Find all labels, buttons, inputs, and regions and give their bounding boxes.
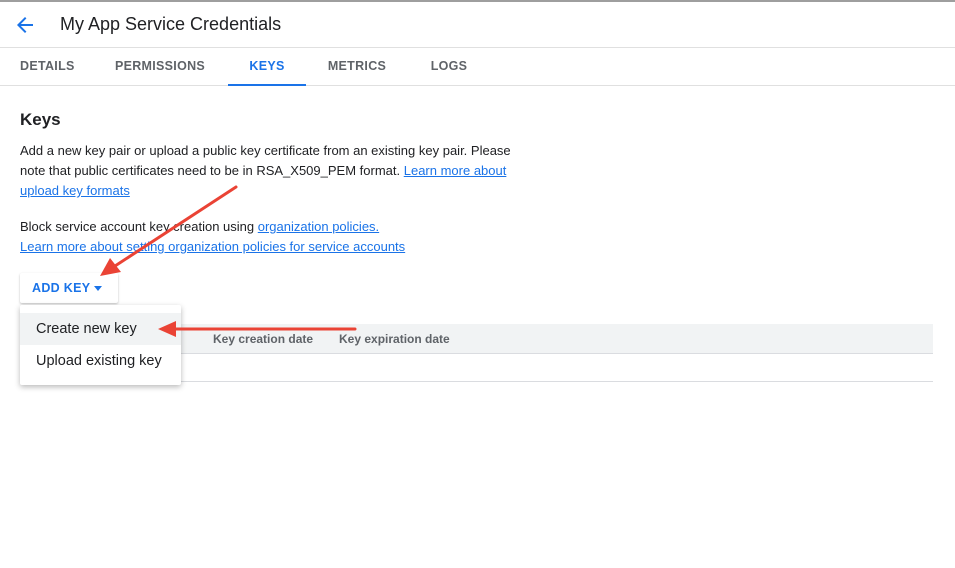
menu-item-create-new-key[interactable]: Create new key xyxy=(20,313,181,345)
add-key-button[interactable]: ADD KEY xyxy=(20,273,118,303)
tab-logs[interactable]: LOGS xyxy=(428,48,470,85)
column-header-key-expiration-date: Key expiration date xyxy=(339,332,450,346)
tab-bar: DETAILS PERMISSIONS KEYS METRICS LOGS xyxy=(0,47,955,86)
org-policies-learn-more-link[interactable]: Learn more about setting organization po… xyxy=(20,239,405,254)
page-title: My App Service Credentials xyxy=(60,14,282,34)
tab-details[interactable]: DETAILS xyxy=(20,48,74,85)
add-key-label: ADD KEY xyxy=(32,281,91,295)
tab-metrics[interactable]: METRICS xyxy=(326,48,388,85)
organization-policies-link[interactable]: organization policies. xyxy=(258,219,379,234)
tab-permissions[interactable]: PERMISSIONS xyxy=(112,48,208,85)
arrow-back-icon[interactable] xyxy=(13,13,37,37)
block-key-creation-text: Block service account key creation using… xyxy=(20,217,540,257)
keys-heading: Keys xyxy=(20,110,61,129)
tab-keys[interactable]: KEYS xyxy=(228,48,306,86)
keys-description: Add a new key pair or upload a public ke… xyxy=(20,141,520,201)
block-key-creation-label: Block service account key creation using xyxy=(20,219,255,234)
page-header: My App Service Credentials xyxy=(0,2,955,47)
column-header-key-creation-date: Key creation date xyxy=(213,332,314,346)
caret-down-icon xyxy=(94,286,102,291)
menu-item-upload-existing-key[interactable]: Upload existing key xyxy=(20,345,181,377)
add-key-menu: Create new key Upload existing key xyxy=(20,305,181,385)
